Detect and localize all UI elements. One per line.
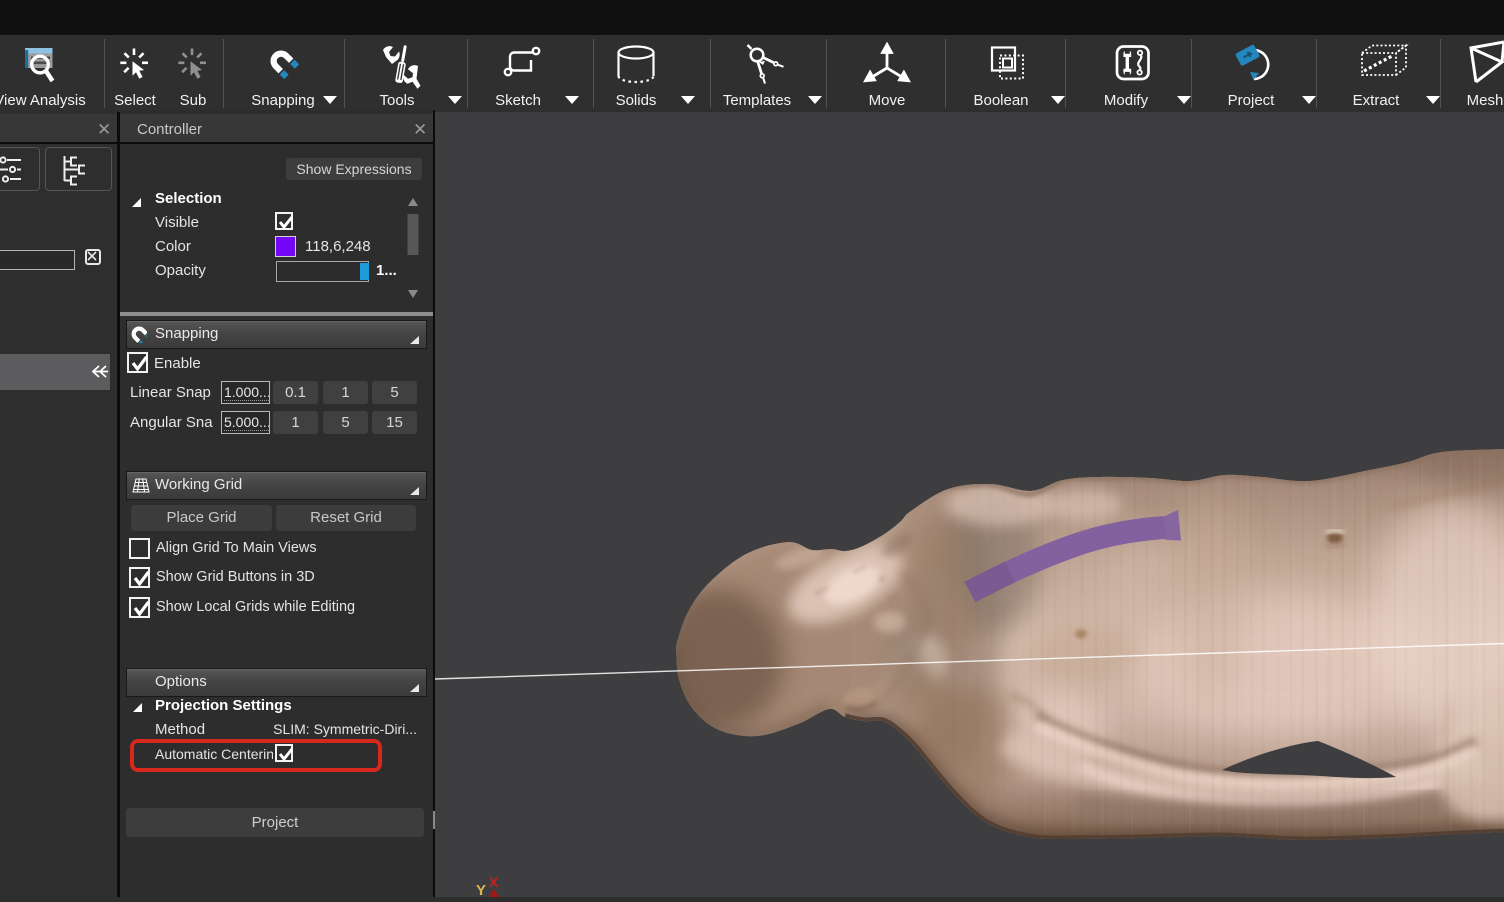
svg-text:Y: Y: [476, 882, 486, 897]
svg-text:X: X: [489, 874, 499, 890]
